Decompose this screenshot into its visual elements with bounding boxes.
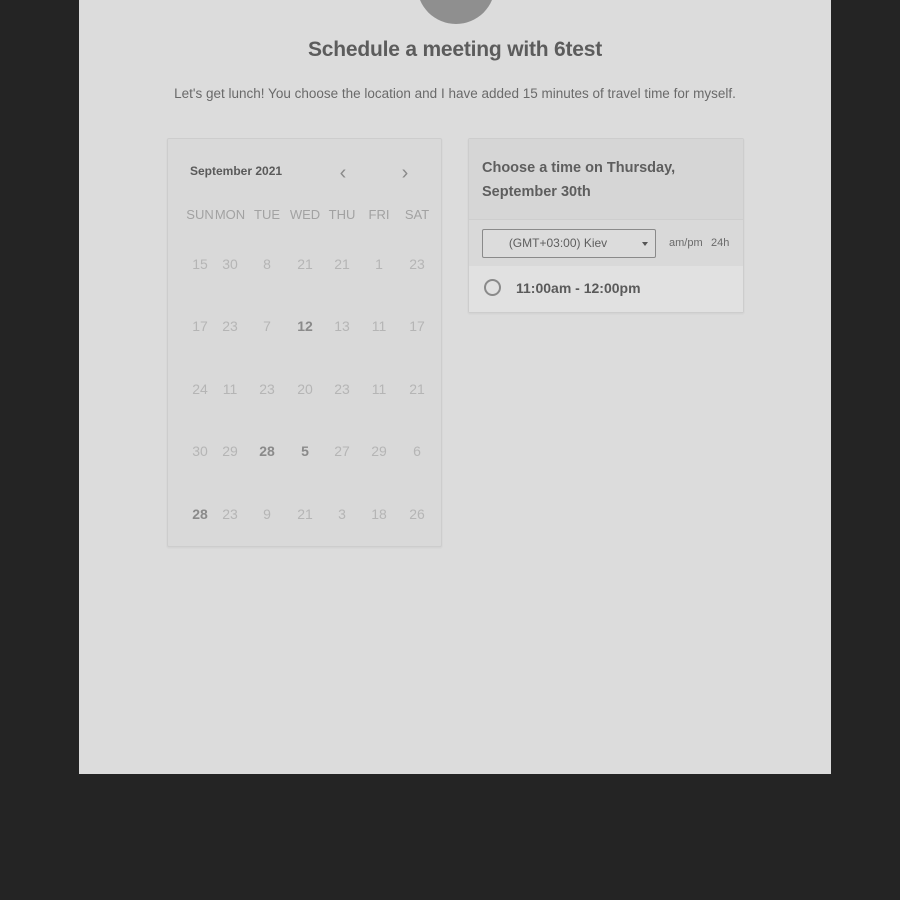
calendar-day: 30 bbox=[192, 443, 208, 459]
radio-icon[interactable] bbox=[484, 279, 501, 296]
calendar-day: 8 bbox=[263, 256, 271, 272]
avatar bbox=[417, 0, 495, 24]
calendar-day: 29 bbox=[371, 443, 387, 459]
calendar-day: 11 bbox=[371, 381, 387, 397]
time-slot[interactable]: 11:00am - 12:00pm bbox=[469, 266, 743, 312]
calendar-day: 17 bbox=[409, 318, 425, 334]
calendar-day: 15 bbox=[192, 256, 208, 272]
calendar-day: 11 bbox=[371, 318, 387, 334]
calendar-day: 30 bbox=[222, 256, 238, 272]
format-ampm-toggle[interactable]: am/pm bbox=[669, 237, 703, 249]
format-24h-toggle[interactable]: 24h bbox=[711, 237, 729, 249]
calendar-day: 21 bbox=[297, 256, 313, 272]
timezone-value: (GMT+03:00) Kiev bbox=[508, 236, 608, 250]
page-title: Schedule a meeting with 6test bbox=[307, 38, 603, 61]
calendar-day: 11 bbox=[222, 381, 238, 397]
calendar-day: 23 bbox=[259, 381, 275, 397]
timezone-select[interactable]: (GMT+03:00) Kiev bbox=[482, 229, 656, 258]
calendar-day-available[interactable]: 28 bbox=[189, 506, 211, 522]
selected-date-heading: Choose a time on Thursday, September 30t… bbox=[482, 160, 676, 200]
calendar-day: 21 bbox=[334, 256, 350, 272]
calendar-day: 3 bbox=[338, 506, 346, 522]
calendar-day-available[interactable]: 5 bbox=[294, 443, 316, 459]
calendar-day: 23 bbox=[334, 381, 350, 397]
time-picker-header: Choose a time on Thursday, September 30t… bbox=[469, 139, 743, 220]
calendar-day: 24 bbox=[192, 381, 208, 397]
calendar-day: 9 bbox=[263, 506, 271, 522]
calendar-day: 27 bbox=[334, 443, 350, 459]
calendar-day: 21 bbox=[409, 381, 425, 397]
calendar-day: 6 bbox=[413, 443, 421, 459]
calendar-day: 23 bbox=[222, 318, 238, 334]
calendar-day: 26 bbox=[409, 506, 425, 522]
calendar-day: 21 bbox=[297, 506, 313, 522]
time-slot-label: 11:00am - 12:00pm bbox=[516, 280, 641, 296]
calendar-grid: 15 30 8 21 21 1 23 17 23 7 12 13 11 17 24 11 23 20 23 11 21 3… bbox=[168, 139, 441, 546]
calendar-day: 1 bbox=[375, 256, 383, 272]
scheduling-page: Schedule a meeting with 6test Let's get … bbox=[79, 0, 831, 774]
calendar-card: September 2021 ‹ › SUN MON TUE WED THU FRI SAT… bbox=[167, 138, 442, 547]
calendar-day: 23 bbox=[222, 506, 238, 522]
calendar-day-available[interactable]: 12 bbox=[294, 318, 316, 334]
calendar-day: 17 bbox=[192, 318, 208, 334]
calendar-day: 18 bbox=[371, 506, 387, 522]
caret-down-icon bbox=[642, 242, 648, 246]
calendar-day: 20 bbox=[297, 381, 313, 397]
time-picker-card: Choose a time on Thursday, September 30t… bbox=[468, 138, 744, 313]
calendar-day: 23 bbox=[409, 256, 425, 272]
page-description: Let's get lunch! You choose the location… bbox=[174, 86, 736, 101]
calendar-day: 29 bbox=[222, 443, 238, 459]
calendar-day: 13 bbox=[334, 318, 350, 334]
calendar-day: 7 bbox=[263, 318, 271, 334]
calendar-day-available[interactable]: 28 bbox=[256, 443, 278, 459]
